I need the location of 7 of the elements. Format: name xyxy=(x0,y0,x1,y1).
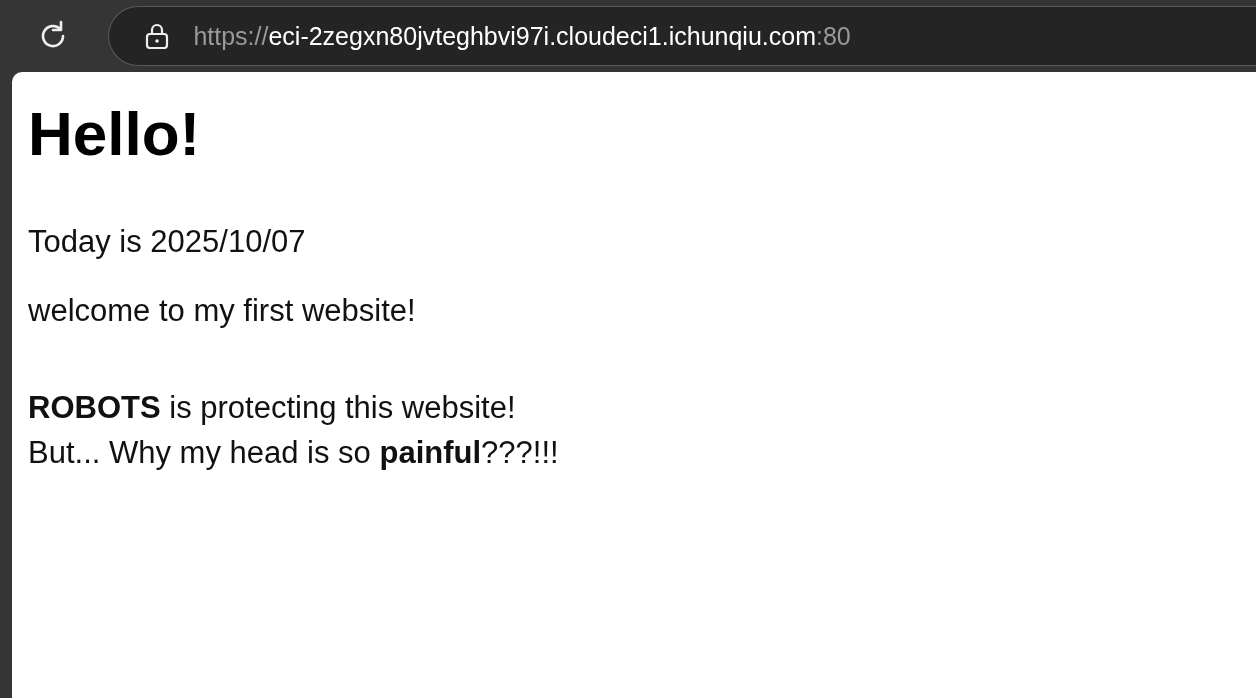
paragraph-text: ROBOTS is protecting this website! xyxy=(28,388,516,427)
paragraph-text: But... Why my head is so painful???!!! xyxy=(28,433,559,472)
lock-icon[interactable] xyxy=(145,23,170,49)
paragraph-text: Today is 2025/10/07 xyxy=(28,222,306,261)
address-field[interactable]: https://eci-2zegxn80jvteghbvi97i.cloudeci1.ichunqiu.com:80 xyxy=(108,6,1256,66)
paragraph-text: welcome to my first website! xyxy=(28,291,416,330)
page-heading: Hello! xyxy=(28,98,201,170)
